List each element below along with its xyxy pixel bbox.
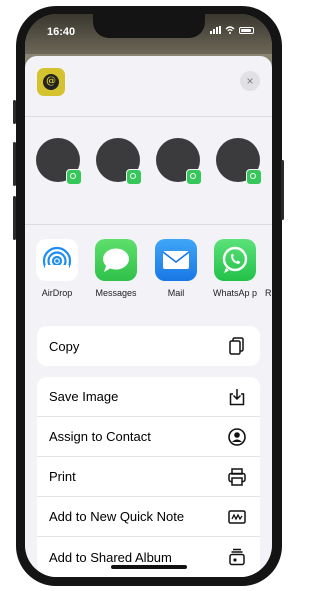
app-label: WhatsAp p <box>212 288 258 298</box>
airdrop-icon <box>36 239 78 281</box>
whatsapp-icon <box>214 239 256 281</box>
app-label: Messages <box>95 288 137 298</box>
copy-icon <box>226 335 248 357</box>
app-airdrop[interactable]: AirDrop <box>29 239 85 299</box>
volume-down-button <box>13 196 16 240</box>
app-reminders[interactable]: Re <box>265 239 272 299</box>
action-label: Print <box>49 469 76 484</box>
messages-icon <box>95 239 137 281</box>
home-indicator <box>111 565 187 569</box>
thumbnail-logo-icon: @ <box>43 74 59 90</box>
signal-icon <box>210 26 221 34</box>
close-button[interactable]: × <box>240 71 260 91</box>
save-image-icon <box>226 386 248 408</box>
app-whatsapp[interactable]: WhatsAp p <box>207 239 263 299</box>
action-print[interactable]: Print <box>37 457 260 497</box>
contact-avatar[interactable] <box>216 138 262 185</box>
people-suggestions-row[interactable] <box>25 116 272 225</box>
action-label: Add to Shared Album <box>49 549 172 565</box>
power-button <box>281 160 284 220</box>
contact-avatar[interactable] <box>36 138 82 185</box>
contact-avatar[interactable] <box>96 138 142 185</box>
share-apps-row[interactable]: AirDrop Messages Mail WhatsAp p R <box>25 224 272 324</box>
app-mail[interactable]: Mail <box>148 239 204 299</box>
action-label: Add to New Quick Note <box>49 509 185 524</box>
app-label: AirDrop <box>41 288 73 298</box>
mail-icon <box>155 239 197 281</box>
whatsapp-badge-icon <box>126 169 142 185</box>
battery-icon <box>239 26 254 34</box>
action-save-image[interactable]: Save Image <box>37 377 260 417</box>
action-add-to-shared-album[interactable]: Add to Shared Album <box>37 537 260 577</box>
actions-group-copy: Copy <box>37 326 260 366</box>
whatsapp-badge-icon <box>246 169 262 185</box>
action-label: Save Image <box>49 389 119 404</box>
volume-up-button <box>13 142 16 186</box>
contact-icon <box>226 426 248 448</box>
action-assign-to-contact[interactable]: Assign to Contact <box>37 417 260 457</box>
action-copy[interactable]: Copy <box>37 326 260 366</box>
share-sheet-header: @ × <box>25 56 272 117</box>
app-label: Re <box>265 288 272 298</box>
quick-note-icon <box>226 506 248 528</box>
side-button <box>13 100 16 124</box>
contact-avatar[interactable] <box>156 138 202 185</box>
whatsapp-badge-icon <box>186 169 202 185</box>
status-time: 16:40 <box>47 26 76 38</box>
screen: 16:40 @ × AirDrop Messages Mail WhatsAp … <box>25 14 272 577</box>
app-label: Mail <box>167 288 185 298</box>
action-label: Assign to Contact <box>49 429 151 444</box>
share-sheet: @ × AirDrop Messages Mail WhatsAp p R Co… <box>25 56 272 577</box>
print-icon <box>226 466 248 488</box>
whatsapp-badge-icon <box>66 169 82 185</box>
action-label: Copy <box>49 338 80 354</box>
app-messages[interactable]: Messages <box>88 239 144 299</box>
actions-group-main: Save Image Assign to Contact Print Add t… <box>37 377 260 577</box>
shared-item-thumbnail: @ <box>37 68 65 96</box>
wifi-icon <box>225 26 235 34</box>
shared-album-icon <box>226 546 248 568</box>
status-icons <box>210 26 254 34</box>
action-add-to-quick-note[interactable]: Add to New Quick Note <box>37 497 260 537</box>
notch <box>93 14 205 38</box>
